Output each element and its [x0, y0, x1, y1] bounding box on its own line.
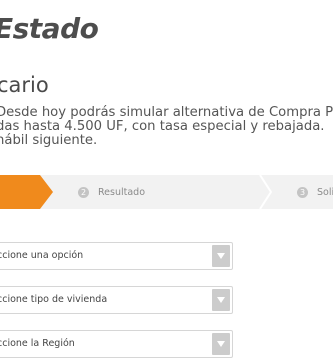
chevron-down-icon [217, 341, 225, 347]
option-select-toggle[interactable] [212, 245, 230, 267]
intro-line: hábil siguiente. [0, 133, 98, 148]
step-2: 2 Resultado [78, 175, 145, 209]
region-select-value: ccione la Región [0, 338, 75, 349]
step-2-label: Resultado [98, 186, 146, 198]
chevron-down-icon [217, 253, 225, 259]
step-separator-icon [259, 175, 272, 209]
progress-stepper: 2 Resultado 3 Soli [0, 175, 333, 209]
option-select[interactable]: ccione una opción [0, 242, 233, 270]
chevron-down-icon [217, 297, 225, 303]
step-3-number: 3 [297, 186, 308, 198]
housing-type-select[interactable]: ccione tipo de vivienda [0, 286, 233, 314]
region-select-toggle[interactable] [212, 333, 230, 355]
intro-line: Desde hoy podrás simular alternativa de … [0, 105, 333, 120]
page-title: cario [0, 73, 49, 97]
housing-type-select-value: ccione tipo de vivienda [0, 294, 108, 305]
region-select[interactable]: ccione la Región [0, 330, 233, 358]
housing-type-select-toggle[interactable] [212, 289, 230, 311]
intro-line: das hasta 4.500 UF, con tasa especial y … [0, 119, 325, 134]
option-select-value: ccione una opción [0, 250, 84, 261]
step-2-number: 2 [78, 186, 89, 198]
step-1-active [0, 175, 53, 209]
bank-logo[interactable]: Estado [0, 12, 99, 45]
page: Estado cario Desde hoy podrás simular al… [0, 0, 333, 360]
step-3: 3 Soli [297, 175, 333, 209]
step-3-label: Soli [317, 186, 333, 198]
intro-text: Desde hoy podrás simular alternativa de … [0, 106, 333, 148]
